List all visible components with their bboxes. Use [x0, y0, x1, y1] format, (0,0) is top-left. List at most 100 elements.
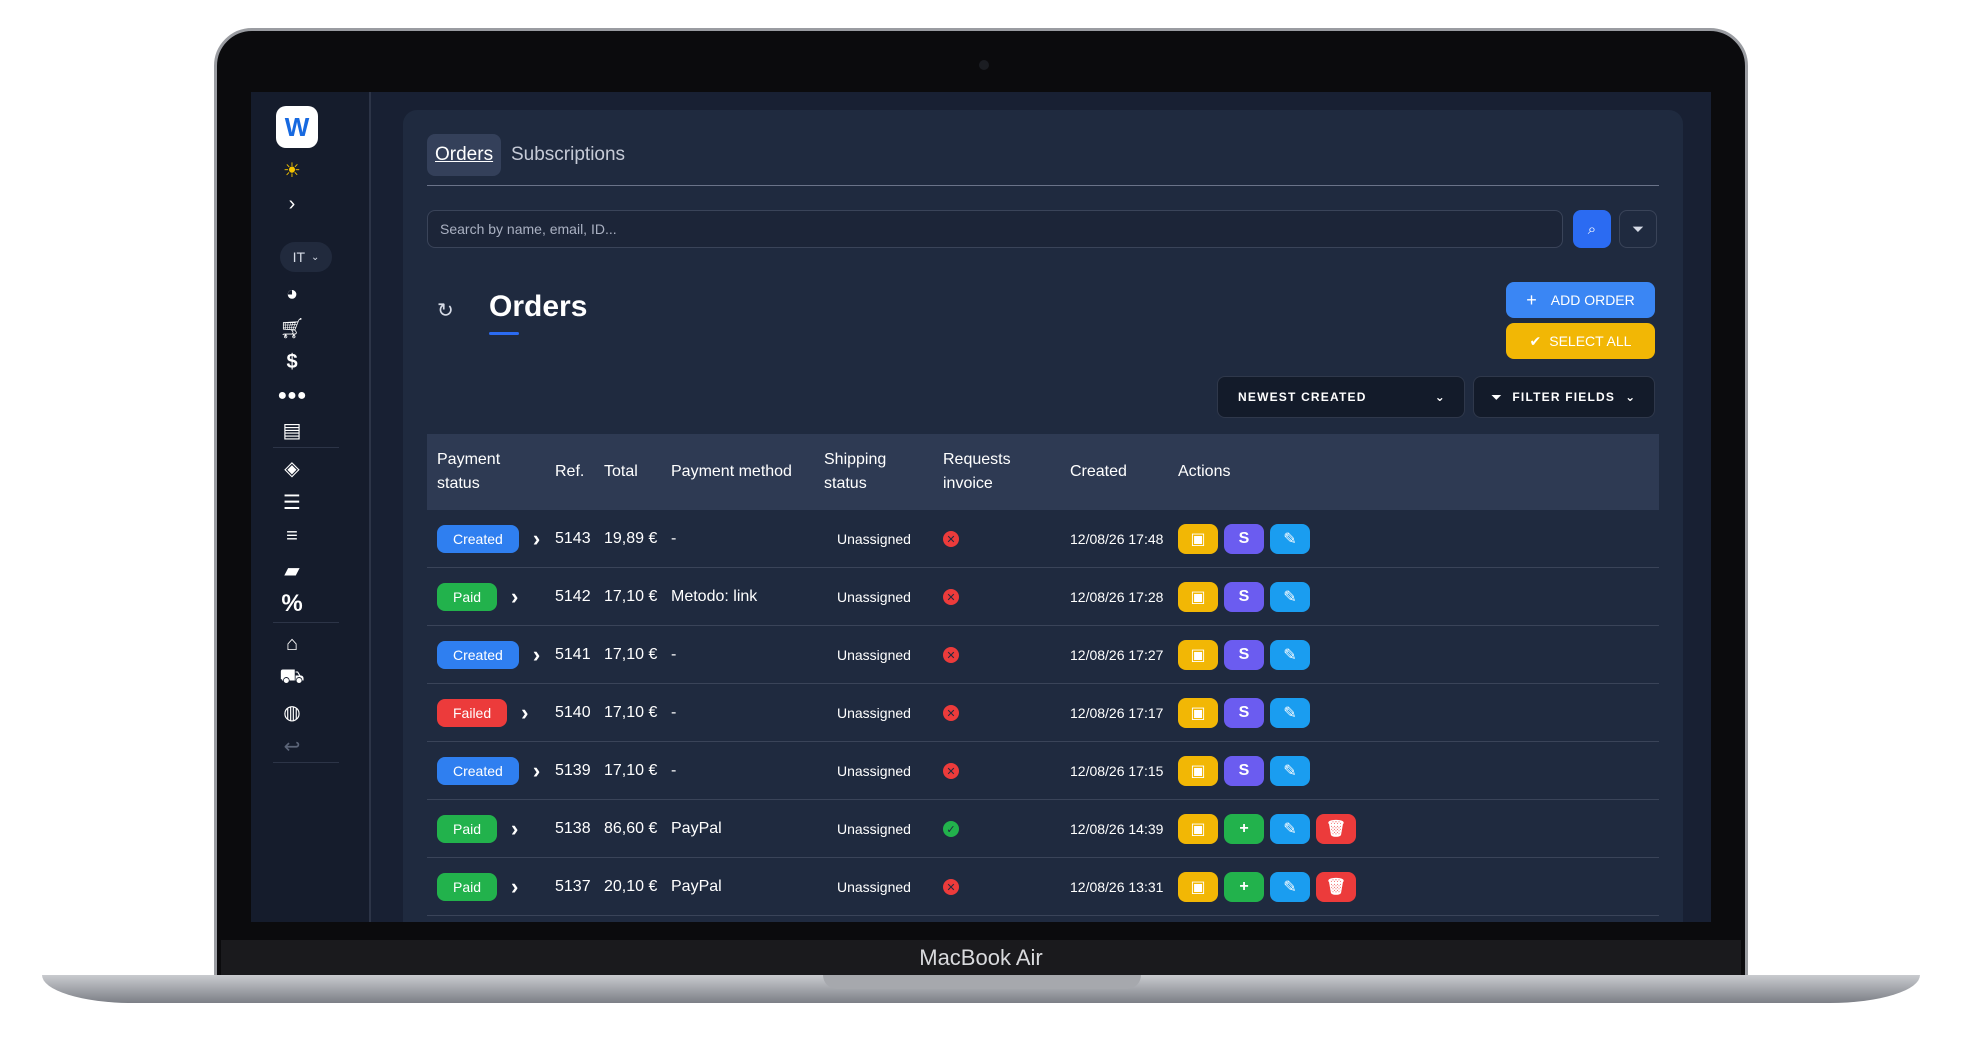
app-screen: W ☀ › IT ⌄ ◕ 🛒︎ $ ●●● ▤ ◈ ☰ ≡ ▰ % ⌂ ⛟ ◍ ↩…: [251, 92, 1711, 922]
payment-method-cell: -: [671, 530, 677, 547]
table-row[interactable]: Paid › 5138 86,60 € PayPal Unassigned ✓ 12/08/2…: [427, 800, 1659, 858]
chevron-right-icon[interactable]: ›: [271, 188, 313, 220]
chevron-right-icon[interactable]: ›: [521, 700, 528, 726]
edit-button[interactable]: ✎: [1270, 582, 1310, 612]
document-button[interactable]: ▣: [1178, 872, 1218, 902]
col-ref[interactable]: Ref.: [555, 460, 584, 484]
col-total[interactable]: Total: [604, 460, 638, 484]
folder-icon[interactable]: ▰: [271, 554, 313, 586]
percent-icon[interactable]: %: [271, 588, 313, 620]
laptop-notch: [823, 975, 1141, 989]
add-order-label: ADD ORDER: [1550, 292, 1635, 308]
status-badge[interactable]: Created: [437, 525, 519, 553]
x-circle-icon: ✕: [943, 763, 959, 779]
language-select[interactable]: IT ⌄: [280, 242, 332, 272]
chevron-right-icon[interactable]: ›: [533, 526, 540, 552]
pencil-icon: ✎: [1283, 763, 1297, 780]
search-button[interactable]: ⌕: [1573, 210, 1611, 248]
filter-fields-dropdown[interactable]: ⏷ FILTER FIELDS ⌄: [1473, 376, 1655, 418]
edit-button[interactable]: ✎: [1270, 814, 1310, 844]
col-created[interactable]: Created: [1070, 460, 1127, 484]
status-badge[interactable]: Created: [437, 757, 519, 785]
select-all-button[interactable]: ✔ SELECT ALL: [1506, 323, 1655, 359]
list-ordered-icon[interactable]: ☰: [271, 486, 313, 518]
created-cell: 12/08/26 13:31: [1070, 879, 1164, 895]
edit-button[interactable]: ✎: [1270, 872, 1310, 902]
ref-cell: 5142: [555, 588, 591, 605]
edit-button[interactable]: ✎: [1270, 524, 1310, 554]
table-row[interactable]: Created › 5141 17,10 € - Unassigned ✕ 12/08/26 …: [427, 626, 1659, 684]
add-button[interactable]: +: [1224, 814, 1264, 844]
truck-icon[interactable]: ⛟: [271, 662, 313, 694]
users-icon[interactable]: ●●●: [271, 380, 313, 412]
box-icon[interactable]: ▤: [271, 414, 313, 446]
ref-cell: 5143: [555, 530, 591, 547]
table-row[interactable]: Paid › 5137 20,10 € PayPal Unassigned ✕ 12/08/2…: [427, 858, 1659, 916]
col-payment-status[interactable]: Payment status: [437, 448, 527, 496]
chevron-right-icon[interactable]: ›: [511, 874, 518, 900]
globe-icon[interactable]: ◍: [271, 696, 313, 728]
chevron-right-icon[interactable]: ›: [511, 816, 518, 842]
tag-icon[interactable]: ◈: [271, 452, 313, 484]
refresh-icon[interactable]: ↻: [437, 298, 454, 323]
stripe-button[interactable]: S: [1224, 582, 1264, 612]
plus-icon: +: [1239, 878, 1249, 895]
table-row[interactable]: Failed › 5140 17,10 € - Unassigned ✕ 12/08/26 1…: [427, 684, 1659, 742]
ref-cell: 5141: [555, 646, 591, 663]
edit-button[interactable]: ✎: [1270, 640, 1310, 670]
table-row[interactable]: Created › 5143 19,89 € - Unassigned ✕ 12/08/26 …: [427, 510, 1659, 568]
tab-subscriptions[interactable]: Subscriptions: [503, 134, 633, 176]
status-badge[interactable]: Paid: [437, 815, 498, 843]
return-icon[interactable]: ↩: [271, 730, 313, 762]
search-input[interactable]: Search by name, email, ID...: [427, 210, 1563, 248]
chevron-right-icon[interactable]: ›: [533, 758, 540, 784]
table-row[interactable]: Created › 5139 17,10 € - Unassigned ✕ 12/08/26 …: [427, 742, 1659, 800]
total-cell: 86,60 €: [604, 820, 658, 837]
chevron-right-icon[interactable]: ›: [511, 584, 518, 610]
x-circle-icon: ✕: [943, 705, 959, 721]
col-payment-method[interactable]: Payment method: [671, 460, 792, 484]
chevron-right-icon[interactable]: ›: [533, 642, 540, 668]
cart-icon[interactable]: 🛒︎: [271, 312, 313, 344]
sun-icon[interactable]: ☀: [271, 154, 313, 186]
app-logo[interactable]: W: [276, 106, 318, 148]
payment-status-cell: Created ›: [437, 510, 540, 568]
delete-button[interactable]: 🗑︎: [1316, 814, 1356, 844]
document-icon: ▣: [1190, 531, 1206, 548]
status-badge[interactable]: Paid: [437, 873, 498, 901]
document-button[interactable]: ▣: [1178, 582, 1218, 612]
stripe-button[interactable]: S: [1224, 640, 1264, 670]
add-order-button[interactable]: + ADD ORDER: [1506, 282, 1655, 318]
filter-lines-icon[interactable]: ≡: [271, 520, 313, 552]
edit-button[interactable]: ✎: [1270, 698, 1310, 728]
language-label: IT: [292, 249, 306, 265]
document-button[interactable]: ▣: [1178, 698, 1218, 728]
page-title: Orders: [489, 290, 588, 323]
sort-dropdown[interactable]: NEWEST CREATED ⌄: [1217, 376, 1465, 418]
table-row[interactable]: Paid › 5142 17,10 € Metodo: link Unassigned ✕ 1…: [427, 568, 1659, 626]
tab-orders[interactable]: Orders: [427, 134, 502, 176]
shipping-status-cell: Unassigned: [837, 879, 911, 895]
pencil-icon: ✎: [1283, 531, 1297, 548]
document-button[interactable]: ▣: [1178, 756, 1218, 786]
stripe-button[interactable]: S: [1224, 524, 1264, 554]
col-shipping-status[interactable]: Shipping status: [824, 448, 904, 496]
delete-button[interactable]: 🗑︎: [1316, 872, 1356, 902]
sidebar-divider: [273, 622, 339, 623]
pie-chart-icon[interactable]: ◕: [271, 278, 313, 310]
stripe-button[interactable]: S: [1224, 756, 1264, 786]
status-badge[interactable]: Paid: [437, 583, 498, 611]
status-badge[interactable]: Created: [437, 641, 519, 669]
dollar-icon[interactable]: $: [271, 346, 313, 378]
status-badge[interactable]: Failed: [437, 699, 508, 727]
edit-button[interactable]: ✎: [1270, 756, 1310, 786]
plus-icon: +: [1239, 820, 1249, 837]
document-button[interactable]: ▣: [1178, 524, 1218, 554]
add-button[interactable]: +: [1224, 872, 1264, 902]
document-button[interactable]: ▣: [1178, 814, 1218, 844]
filter-button[interactable]: ⏷: [1619, 210, 1657, 248]
document-button[interactable]: ▣: [1178, 640, 1218, 670]
warehouse-icon[interactable]: ⌂: [271, 628, 313, 660]
stripe-button[interactable]: S: [1224, 698, 1264, 728]
col-requests-invoice[interactable]: Requests invoice: [943, 448, 1023, 496]
